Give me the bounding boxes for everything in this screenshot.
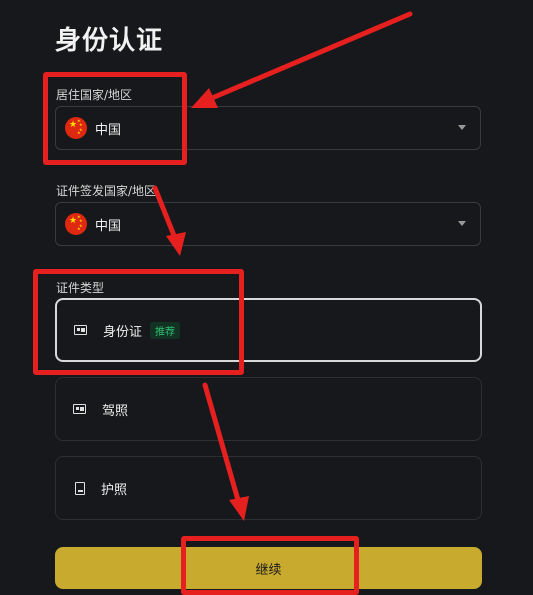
annotation-arrowhead-2 bbox=[166, 232, 186, 256]
annotation-arrowhead-3 bbox=[229, 496, 249, 521]
annotation-arrow-3 bbox=[202, 382, 241, 503]
annotation-arrows bbox=[152, 11, 413, 521]
annotation-arrow-2 bbox=[152, 185, 178, 241]
annotation-arrow-1 bbox=[209, 11, 413, 101]
